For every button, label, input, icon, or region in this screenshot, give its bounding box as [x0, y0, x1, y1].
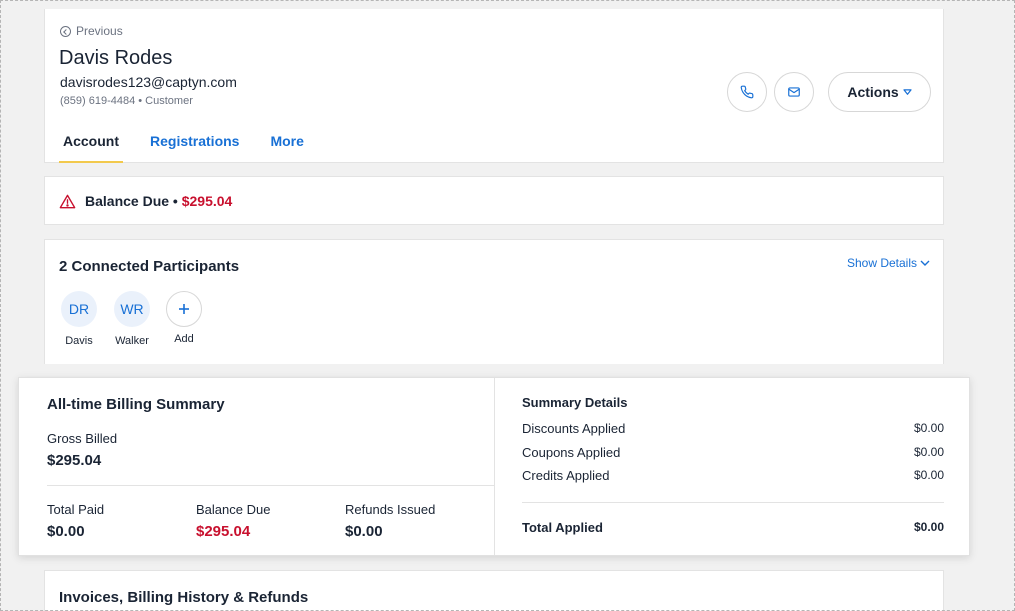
avatar: WR	[114, 291, 150, 327]
tab-account[interactable]: Account	[59, 133, 123, 163]
gross-billed-label: Gross Billed	[47, 431, 118, 446]
billing-summary-card: All-time Billing Summary Gross Billed $2…	[18, 377, 970, 556]
chevron-down-icon	[920, 260, 930, 266]
total-paid-value: $0.00	[47, 523, 85, 540]
phone-icon	[740, 85, 754, 99]
balance-due-amount: $295.04	[181, 193, 233, 209]
summary-details: Summary Details Discounts Applied $0.00 …	[495, 378, 971, 555]
chevron-down-icon	[903, 88, 912, 95]
summary-row-value: $0.00	[913, 468, 944, 482]
participants-section: 2 Connected Participants Show Details DR…	[44, 239, 944, 364]
summary-row-value: $0.00	[913, 445, 944, 459]
total-paid-stat: Total Paid $0.00	[47, 502, 104, 540]
total-applied-row: Total Applied $0.00	[522, 520, 944, 535]
balance-due-stat-value: $295.04	[196, 523, 251, 540]
summary-row-label: Coupons Applied	[522, 445, 621, 460]
mail-icon	[788, 87, 800, 97]
summary-row-coupons: Coupons Applied $0.00	[522, 445, 944, 460]
balance-due-label: Balance Due •	[85, 193, 178, 209]
tab-bar: Account Registrations More	[59, 133, 308, 163]
participant-name: Walker	[115, 335, 149, 347]
refunds-issued-label: Refunds Issued	[345, 502, 436, 517]
plus-icon	[166, 291, 202, 327]
tab-registrations[interactable]: Registrations	[146, 133, 243, 163]
email-button[interactable]	[774, 72, 814, 112]
show-details-link[interactable]: Show Details	[847, 256, 930, 270]
balance-due-stat-label: Balance Due	[196, 502, 271, 517]
add-label: Add	[174, 333, 194, 345]
gross-billed-value: $295.04	[47, 452, 102, 469]
summary-row-credits: Credits Applied $0.00	[522, 468, 944, 483]
profile-header: Previous Davis Rodes davisrodes123@capty…	[44, 9, 944, 163]
summary-details-title: Summary Details	[522, 395, 628, 410]
summary-row-label: Credits Applied	[522, 468, 610, 483]
total-applied-value: $0.00	[913, 520, 944, 534]
actions-button[interactable]: Actions	[828, 72, 931, 112]
balance-due-stat: Balance Due $295.04	[196, 502, 270, 540]
summary-row-value: $0.00	[913, 421, 944, 435]
arrow-left-circle-icon	[60, 25, 71, 37]
total-paid-label: Total Paid	[47, 502, 105, 517]
summary-row-discounts: Discounts Applied $0.00	[522, 421, 944, 436]
add-participant-button[interactable]: Add	[164, 291, 204, 345]
refunds-issued-stat: Refunds Issued $0.00	[345, 502, 435, 540]
balance-due-banner: Balance Due • $295.04	[44, 176, 944, 225]
customer-name: Davis Rodes	[59, 47, 173, 69]
previous-link[interactable]: Previous	[60, 24, 123, 38]
invoices-section: Invoices, Billing History & Refunds	[44, 570, 944, 611]
summary-row-label: Discounts Applied	[522, 421, 626, 436]
participant-davis[interactable]: DR Davis	[59, 291, 99, 347]
avatar: DR	[61, 291, 97, 327]
warning-icon	[59, 194, 76, 208]
participant-walker[interactable]: WR Walker	[112, 291, 152, 347]
refunds-issued-value: $0.00	[345, 523, 383, 540]
previous-label: Previous	[76, 24, 123, 38]
divider	[522, 502, 944, 503]
total-applied-label: Total Applied	[522, 520, 603, 535]
tab-more[interactable]: More	[266, 133, 307, 163]
participants-title: 2 Connected Participants	[59, 258, 240, 275]
divider	[47, 485, 494, 486]
billing-summary-title: All-time Billing Summary	[47, 396, 225, 413]
show-details-label: Show Details	[846, 256, 917, 270]
call-button[interactable]	[727, 72, 767, 112]
invoices-title: Invoices, Billing History & Refunds	[59, 589, 309, 606]
participant-name: Davis	[65, 335, 93, 347]
billing-summary: All-time Billing Summary Gross Billed $2…	[19, 378, 495, 555]
customer-meta: (859) 619-4484 • Customer	[60, 95, 193, 107]
customer-email: davisrodes123@captyn.com	[60, 74, 237, 90]
actions-label: Actions	[847, 84, 899, 100]
